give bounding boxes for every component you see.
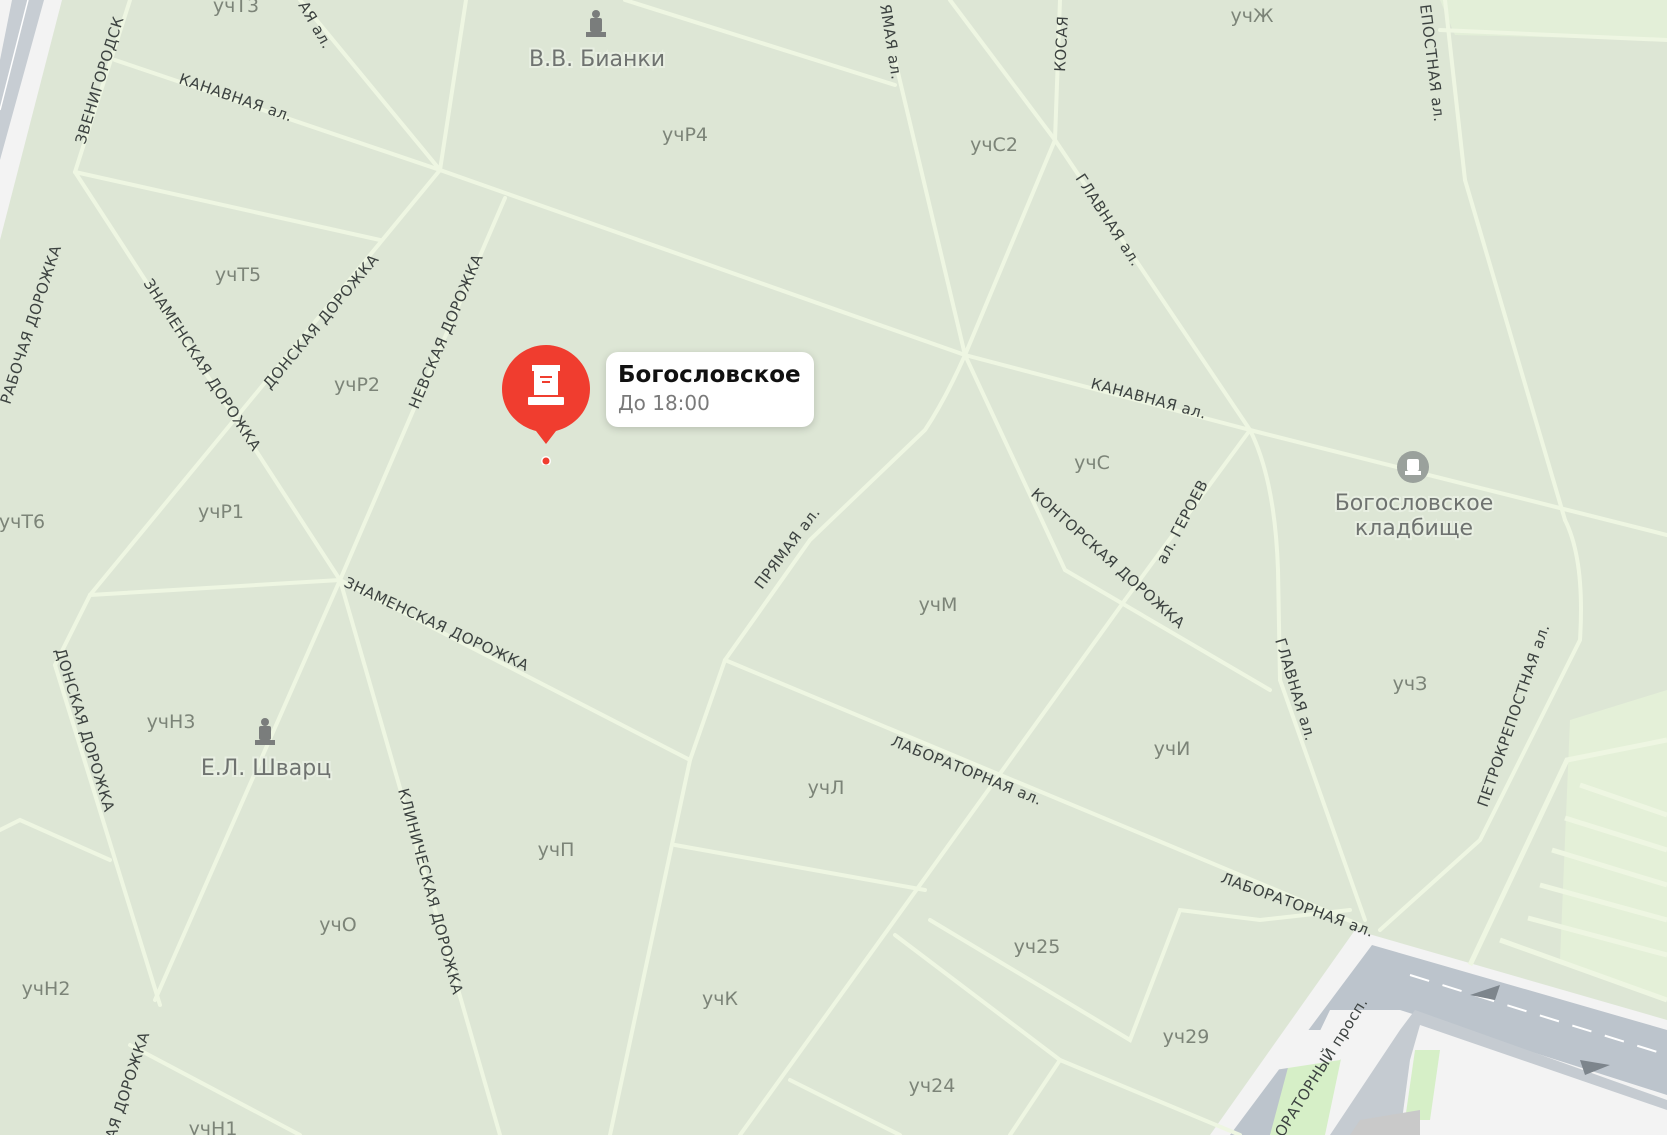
poi-label: Богословское [1335, 491, 1494, 516]
plot-label: учР4 [662, 124, 708, 146]
plot-label: учС2 [970, 134, 1018, 156]
plot-label: учР2 [334, 374, 380, 396]
plot-label: учЗ [1393, 673, 1428, 695]
plot-label: учО [319, 914, 356, 936]
plot-label: учТ5 [215, 264, 261, 286]
plot-label: учТ3 [213, 0, 259, 17]
plot-label: учП [538, 839, 575, 861]
plot-label: учН1 [189, 1118, 238, 1135]
plot-label: учМ [919, 594, 958, 616]
plot-label: уч29 [1163, 1026, 1210, 1048]
plot-label: учС [1074, 452, 1110, 474]
place-title: Богословское [618, 362, 801, 388]
poi-label: В.В. Бианки [529, 47, 665, 72]
plot-label: учР1 [198, 501, 244, 523]
map-canvas[interactable]: учТ3 учР4 учС2 учЖ учТ5 учР2 учР1 учТ6 у… [0, 0, 1667, 1135]
plot-label: уч24 [909, 1075, 956, 1097]
plot-label: учК [702, 988, 738, 1010]
plot-label: учЛ [808, 777, 845, 799]
plot-label: уч25 [1014, 936, 1061, 958]
plot-label: учИ [1154, 738, 1191, 760]
poi-label: кладбище [1355, 516, 1473, 541]
place-hours: До 18:00 [618, 391, 710, 415]
cemetery-icon [1397, 451, 1429, 483]
plot-label: учН2 [22, 978, 71, 1000]
plot-label: учН3 [147, 711, 196, 733]
plot-label: учЖ [1231, 5, 1274, 27]
poi-label: Е.Л. Шварц [201, 756, 331, 781]
selected-place-pin[interactable] [500, 343, 592, 465]
street-label: КОСАЯ [1051, 15, 1072, 72]
plot-label: учТ6 [0, 511, 45, 533]
place-info-card[interactable]: Богословское До 18:00 [606, 352, 814, 427]
